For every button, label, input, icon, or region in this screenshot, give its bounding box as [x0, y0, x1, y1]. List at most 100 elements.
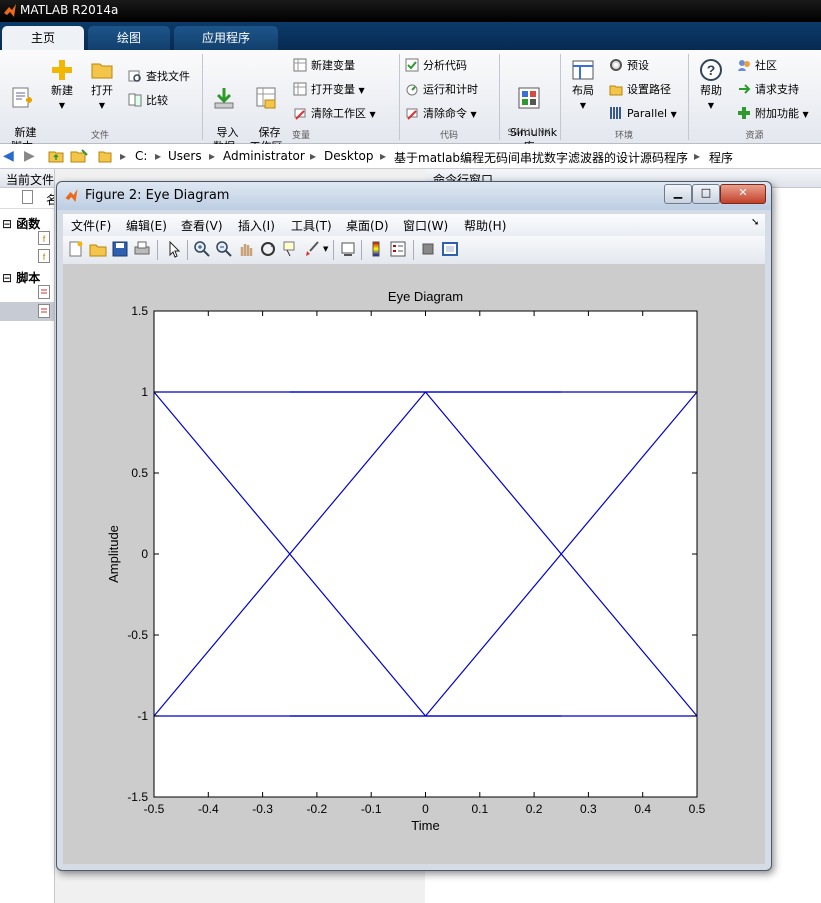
- figure-canvas: -0.5 -0.4 -0.3 -0.2 -0.1 0 0.1 0.2 0.3 0.4 0.5 -1.…: [63, 264, 765, 864]
- open-label: 打开: [91, 84, 113, 97]
- menu-help[interactable]: 帮助(H): [464, 217, 506, 234]
- function-file-icon[interactable]: f: [38, 231, 51, 246]
- open-variable-button[interactable]: 打开变量 ▼: [293, 81, 365, 99]
- minimize-button[interactable]: ▁: [664, 184, 692, 204]
- maximize-button[interactable]: □: [692, 184, 720, 204]
- add-ons-label: 附加功能: [755, 107, 799, 120]
- ribbon-tabs: 主页 绘图 应用程序: [0, 22, 821, 50]
- pan-hand-icon[interactable]: [237, 240, 255, 258]
- add-ons-button[interactable]: 附加功能 ▼: [737, 105, 809, 123]
- layout-button[interactable]: 布局 ▼: [564, 58, 602, 113]
- set-path-button[interactable]: 设置路径: [609, 81, 671, 99]
- legend-icon[interactable]: [389, 240, 407, 258]
- data-cursor-icon[interactable]: [281, 240, 299, 258]
- maximize-icon: □: [700, 186, 712, 199]
- new-figure-icon[interactable]: [67, 240, 85, 258]
- y-tick-label: 0: [141, 547, 148, 561]
- path-segment-desktop[interactable]: Desktop: [324, 149, 374, 163]
- path-segment-program[interactable]: 程序: [709, 149, 733, 166]
- new-variable-label: 新建变量: [311, 59, 355, 72]
- find-files-button[interactable]: 查找文件: [128, 68, 190, 86]
- toolbar-separator: [333, 240, 334, 260]
- support-icon: [737, 82, 751, 96]
- menu-desktop[interactable]: 桌面(D): [346, 217, 389, 234]
- collapse-icon[interactable]: ⊟: [2, 271, 12, 285]
- y-tick-label: 0.5: [131, 466, 148, 480]
- brush-icon[interactable]: [303, 240, 321, 258]
- group-label-environment: 环境: [614, 131, 633, 141]
- save-icon[interactable]: [111, 240, 129, 258]
- chevron-down-icon: ▼: [358, 86, 365, 95]
- tab-plots[interactable]: 绘图: [88, 26, 170, 50]
- y-tick-label: 1.5: [131, 304, 148, 318]
- script-file-icon[interactable]: [38, 285, 51, 300]
- path-segment-project-folder[interactable]: 基于matlab编程无码间串扰数字滤波器的设计源码程序: [394, 149, 688, 166]
- open-button[interactable]: 打开 ▼: [84, 58, 120, 113]
- menu-insert[interactable]: 插入(I): [238, 217, 275, 234]
- path-segment-administrator[interactable]: Administrator: [223, 149, 305, 163]
- run-and-time-button[interactable]: 运行和计时: [405, 81, 478, 99]
- toolbar-separator: [157, 240, 158, 260]
- new-button[interactable]: 新建 ▼: [44, 58, 80, 113]
- path-segment-drive[interactable]: C:: [135, 149, 147, 163]
- community-button[interactable]: 社区: [737, 57, 777, 75]
- preferences-button[interactable]: 预设: [609, 57, 649, 75]
- x-axis-label: Time: [411, 818, 439, 833]
- analyze-code-button[interactable]: 分析代码: [405, 57, 467, 75]
- column-header[interactable]: 名: [0, 188, 54, 209]
- colorbar-icon[interactable]: [367, 240, 385, 258]
- menu-view[interactable]: 查看(V): [181, 217, 223, 234]
- menu-edit[interactable]: 编辑(E): [126, 217, 167, 234]
- request-support-label: 请求支持: [755, 83, 799, 96]
- clear-workspace-label: 清除工作区: [311, 107, 366, 120]
- section-functions[interactable]: ⊟ 函数: [2, 215, 40, 232]
- menu-window[interactable]: 窗口(W): [403, 217, 448, 234]
- up-folder-icon[interactable]: [48, 148, 64, 163]
- set-path-icon: [609, 82, 623, 96]
- clear-commands-icon: [405, 106, 419, 120]
- zoom-out-icon[interactable]: [215, 240, 233, 258]
- minimize-icon: ▁: [673, 186, 683, 199]
- hide-plot-tools-icon[interactable]: [419, 240, 437, 258]
- selected-file-row[interactable]: [0, 302, 54, 321]
- function-file-icon[interactable]: f: [38, 249, 51, 264]
- clear-workspace-button[interactable]: 清除工作区 ▼: [293, 105, 376, 123]
- figure-window: Figure 2: Eye Diagram ▁ □ ✕ 文件(F) 编辑(E) …: [56, 181, 772, 871]
- menu-file[interactable]: 文件(F): [71, 217, 111, 234]
- plot-axes[interactable]: [153, 310, 698, 798]
- new-variable-button[interactable]: 新建变量: [293, 57, 355, 75]
- eraser-icon: [293, 106, 307, 120]
- chevron-down-icon[interactable]: ▼: [323, 245, 328, 253]
- clear-commands-button[interactable]: 清除命令 ▼: [405, 105, 477, 123]
- chevron-down-icon: ▼: [707, 101, 715, 110]
- chart-title: Eye Diagram: [388, 289, 463, 304]
- forward-arrow-icon[interactable]: ▶: [24, 148, 35, 164]
- back-arrow-icon[interactable]: ◀: [3, 148, 14, 164]
- compare-button[interactable]: 比较: [128, 92, 168, 110]
- open-file-icon[interactable]: [89, 240, 107, 258]
- request-support-button[interactable]: 请求支持: [737, 81, 799, 99]
- help-button[interactable]: ? 帮助 ▼: [693, 58, 729, 113]
- import-icon: [212, 86, 236, 110]
- zoom-in-icon[interactable]: [193, 240, 211, 258]
- tab-home[interactable]: 主页: [2, 26, 84, 50]
- column-name-label: 名: [46, 191, 54, 208]
- parallel-button[interactable]: Parallel ▼: [609, 105, 677, 123]
- tab-apps[interactable]: 应用程序: [174, 26, 278, 50]
- close-button[interactable]: ✕: [720, 184, 766, 204]
- print-icon[interactable]: [133, 240, 151, 258]
- section-scripts[interactable]: ⊟ 脚本: [2, 269, 40, 286]
- dock-arrow-icon[interactable]: ➘: [751, 217, 759, 228]
- link-plot-icon[interactable]: [339, 240, 357, 258]
- menu-tools[interactable]: 工具(T): [291, 217, 332, 234]
- figure-title-bar[interactable]: Figure 2: Eye Diagram ▁ □ ✕: [57, 182, 771, 210]
- path-separator-icon: ▸: [380, 149, 387, 163]
- show-plot-tools-icon[interactable]: [441, 240, 459, 258]
- edit-plot-arrow-icon[interactable]: [165, 240, 183, 258]
- group-separator: [202, 54, 203, 140]
- browse-folder-icon[interactable]: [70, 148, 88, 163]
- simulink-library-button[interactable]: Simulink 库: [503, 58, 557, 154]
- path-segment-users[interactable]: Users: [168, 149, 202, 163]
- collapse-icon[interactable]: ⊟: [2, 217, 12, 231]
- rotate-3d-icon[interactable]: [259, 240, 277, 258]
